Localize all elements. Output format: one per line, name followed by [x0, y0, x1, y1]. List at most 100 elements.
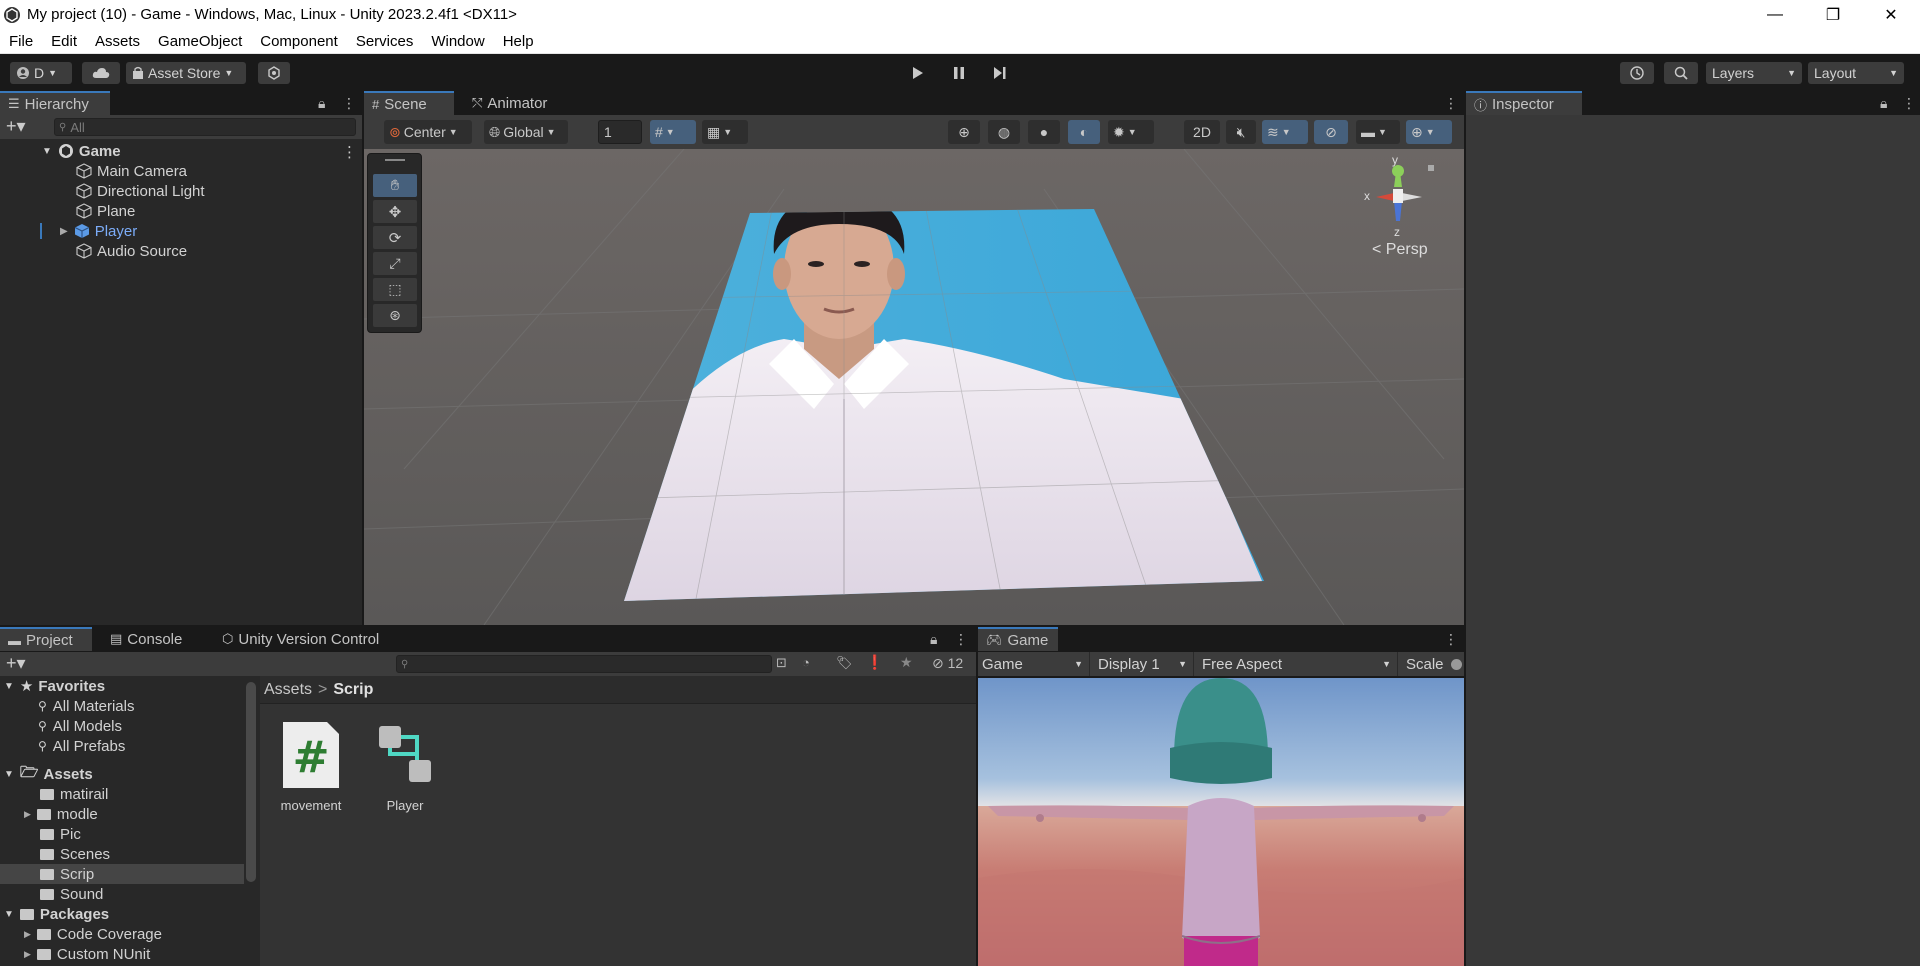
folder-sound[interactable]: Sound — [40, 884, 103, 904]
package-code-coverage[interactable]: ▶ Code Coverage — [24, 924, 162, 944]
lit-toggle[interactable]: ◐ — [1068, 120, 1100, 144]
folder-matirail[interactable]: matirail — [40, 784, 108, 804]
lock-icon[interactable]: 🔒︎ — [318, 95, 325, 112]
packages-header[interactable]: ▼ Packages — [4, 904, 109, 924]
shaded-toggle[interactable]: ● — [1028, 120, 1060, 144]
grid-size-input[interactable]: 1 — [598, 120, 642, 144]
menu-services[interactable]: Services — [347, 33, 423, 50]
slider-knob[interactable] — [1450, 658, 1462, 670]
effects-dropdown[interactable]: ≋ ▼ — [1262, 120, 1308, 144]
filter-type-icon[interactable]: ◔ — [802, 655, 810, 670]
tab-animator[interactable]: ⤲ Animator — [464, 91, 564, 115]
gizmos-dropdown[interactable]: ⊕ ▼ — [1406, 120, 1452, 144]
package-custom-nunit[interactable]: ▶ Custom NUnit — [24, 944, 150, 964]
drag-handle[interactable] — [385, 159, 405, 161]
debug-draw-dropdown[interactable]: ✹ ▼ — [1108, 120, 1154, 144]
scene-more-icon[interactable]: ⋮ — [342, 143, 357, 161]
hierarchy-item-directional-light[interactable]: Directional Light — [76, 181, 205, 201]
tab-scene[interactable]: # Scene — [364, 91, 454, 115]
hierarchy-item-plane[interactable]: Plane — [76, 201, 135, 221]
orientation-toggle[interactable]: ⊕ — [948, 120, 980, 144]
transform-tool-button[interactable]: ⊛ — [373, 304, 417, 327]
more-menu-icon[interactable]: ⋮ — [1444, 95, 1458, 112]
rotate-tool-button[interactable]: ⟳ — [373, 226, 417, 249]
scene-viewport[interactable]: y x z < Persp — [364, 149, 1464, 625]
scale-tool-button[interactable]: ⤢ — [373, 252, 417, 275]
lock-icon[interactable]: 🔒︎ — [1880, 95, 1887, 112]
scale-slider[interactable]: Scale — [1402, 652, 1464, 676]
hidden-packages-toggle[interactable]: ⊘ 12 — [932, 655, 963, 672]
folder-scenes[interactable]: Scenes — [40, 844, 110, 864]
audio-toggle[interactable]: 🔇︎ — [1226, 120, 1256, 144]
close-button[interactable]: ✕ — [1862, 0, 1920, 29]
more-menu-icon[interactable]: ⋮ — [342, 95, 356, 112]
play-button[interactable] — [902, 62, 934, 84]
warning-icon[interactable]: ❗ — [866, 654, 883, 671]
rect-tool-button[interactable]: ⬚ — [373, 278, 417, 301]
game-view-dropdown[interactable]: Game ▼ — [978, 652, 1090, 676]
camera-dropdown[interactable]: ▬ ▼ — [1356, 120, 1400, 144]
favorite-all-materials[interactable]: ⚲ All Materials — [38, 696, 134, 716]
step-button[interactable] — [984, 62, 1016, 84]
search-button[interactable] — [1664, 62, 1698, 84]
package-button[interactable] — [258, 62, 290, 84]
hierarchy-item-main-camera[interactable]: Main Camera — [76, 161, 187, 181]
asset-movement[interactable]: # movement — [276, 720, 346, 813]
wireframe-toggle[interactable]: ◍ — [988, 120, 1020, 144]
space-dropdown[interactable]: 🌐︎ Global ▼ — [484, 120, 568, 144]
more-menu-icon[interactable]: ⋮ — [1444, 631, 1458, 648]
tab-hierarchy[interactable]: ☰ Hierarchy — [0, 91, 110, 115]
more-menu-icon[interactable]: ⋮ — [954, 631, 968, 648]
more-menu-icon[interactable]: ⋮ — [1902, 95, 1916, 112]
2d-toggle[interactable]: 2D — [1184, 120, 1220, 144]
folder-tree-scrollbar[interactable] — [246, 682, 256, 882]
tab-console[interactable]: ▤ Console — [102, 627, 196, 651]
breadcrumb-scrip[interactable]: Scrip — [333, 681, 373, 699]
favorite-all-models[interactable]: ⚲ All Models — [38, 716, 122, 736]
menu-file[interactable]: File — [0, 33, 42, 50]
tab-version-control[interactable]: ⬡ Unity Version Control — [214, 627, 410, 651]
project-search-input[interactable]: ⚲ — [396, 655, 772, 673]
favorites-header[interactable]: ▼ ★ Favorites — [4, 676, 105, 696]
tab-project[interactable]: ▬ Project — [0, 627, 92, 651]
increment-snap-toggle[interactable]: ▦ ▼ — [702, 120, 748, 144]
hierarchy-search-input[interactable]: ⚲ All — [54, 118, 356, 136]
menu-edit[interactable]: Edit — [42, 33, 86, 50]
move-tool-button[interactable]: ✥ — [373, 200, 417, 223]
menu-gameobject[interactable]: GameObject — [149, 33, 251, 50]
menu-help[interactable]: Help — [494, 33, 543, 50]
tab-inspector[interactable]: ⓘ Inspector — [1466, 91, 1582, 115]
menu-assets[interactable]: Assets — [86, 33, 149, 50]
hand-tool-button[interactable]: ✋︎ — [373, 174, 417, 197]
display-dropdown[interactable]: Display 1 ▼ — [1094, 652, 1194, 676]
account-button[interactable]: D ▼ — [10, 62, 72, 84]
persp-label[interactable]: < Persp — [1372, 241, 1428, 259]
folder-modle[interactable]: ▶ modle — [24, 804, 98, 824]
cloud-button[interactable] — [82, 62, 120, 84]
hierarchy-item-audio-source[interactable]: Audio Source — [76, 241, 187, 261]
pause-button[interactable] — [943, 62, 975, 84]
menu-component[interactable]: Component — [251, 33, 347, 50]
game-viewport[interactable] — [978, 678, 1464, 966]
layout-dropdown[interactable]: Layout ▼ — [1808, 62, 1904, 84]
orientation-gizmo[interactable]: y x z < Persp — [1344, 149, 1454, 259]
folder-scrip[interactable]: Scrip — [40, 864, 94, 884]
label-tag-icon[interactable]: 🏷︎ — [836, 655, 853, 671]
tab-game[interactable]: 🎮︎ Game — [978, 627, 1058, 651]
breadcrumb-assets[interactable]: Assets — [264, 681, 312, 699]
search-filter-icon[interactable]: ⊡ — [776, 655, 787, 671]
scene-root-item[interactable]: ▼ Game — [42, 141, 121, 161]
layers-dropdown[interactable]: Layers ▼ — [1706, 62, 1802, 84]
pivot-dropdown[interactable]: ⊚ Center ▼ — [384, 120, 472, 144]
folder-pic[interactable]: Pic — [40, 824, 81, 844]
visibility-toggle[interactable]: ⊘ — [1314, 120, 1348, 144]
maximize-button[interactable]: ❐ — [1804, 0, 1862, 29]
asset-player-prefab[interactable]: Player — [370, 720, 440, 813]
aspect-dropdown[interactable]: Free Aspect ▼ — [1198, 652, 1398, 676]
create-button[interactable]: +▾ — [6, 116, 26, 137]
hierarchy-item-player[interactable]: ▶ Player — [60, 221, 137, 241]
assets-header[interactable]: ▼ 🗁︎ Assets — [4, 764, 93, 784]
grid-snap-toggle[interactable]: # ▼ — [650, 120, 696, 144]
minimize-button[interactable]: — — [1746, 0, 1804, 29]
favorite-all-prefabs[interactable]: ⚲ All Prefabs — [38, 736, 125, 756]
